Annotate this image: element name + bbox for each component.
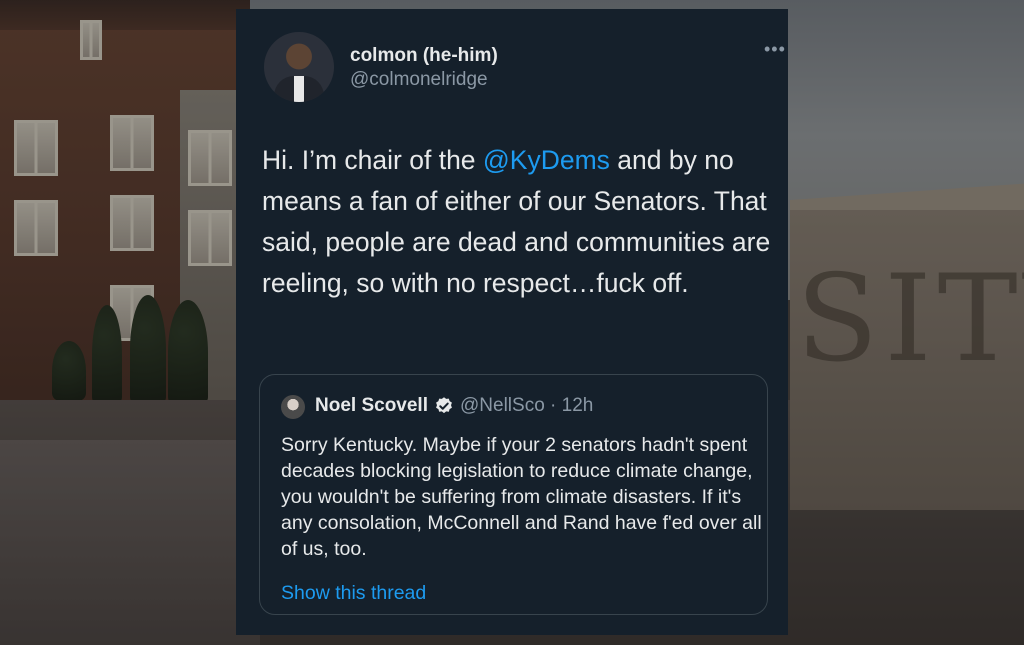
- verified-badge-icon: [436, 397, 452, 414]
- quoted-header: Noel Scovell @NellSco · 12h: [315, 395, 593, 417]
- author-display-name[interactable]: colmon (he-him): [350, 45, 498, 67]
- quoted-tweet[interactable]: Noel Scovell @NellSco · 12h Sorry Kentuc…: [259, 374, 768, 615]
- tweet-text-start: Hi. I’m chair of the: [262, 145, 483, 175]
- author-handle[interactable]: @colmonelridge: [350, 69, 488, 91]
- mention-link[interactable]: @KyDems: [483, 145, 610, 175]
- show-thread-link[interactable]: Show this thread: [281, 582, 426, 605]
- quoted-display-name[interactable]: Noel Scovell: [315, 395, 428, 417]
- quoted-avatar[interactable]: [281, 395, 305, 419]
- more-dots-icon[interactable]: •••: [764, 39, 786, 60]
- tweet-text: Hi. I’m chair of the @KyDems and by no m…: [262, 140, 778, 304]
- avatar[interactable]: [264, 32, 334, 102]
- quoted-text: Sorry Kentucky. Maybe if your 2 senators…: [281, 434, 762, 560]
- tweet-card: colmon (he-him) @colmonelridge ••• Hi. I…: [236, 9, 788, 635]
- quoted-handle-time: @NellSco · 12h: [460, 395, 594, 416]
